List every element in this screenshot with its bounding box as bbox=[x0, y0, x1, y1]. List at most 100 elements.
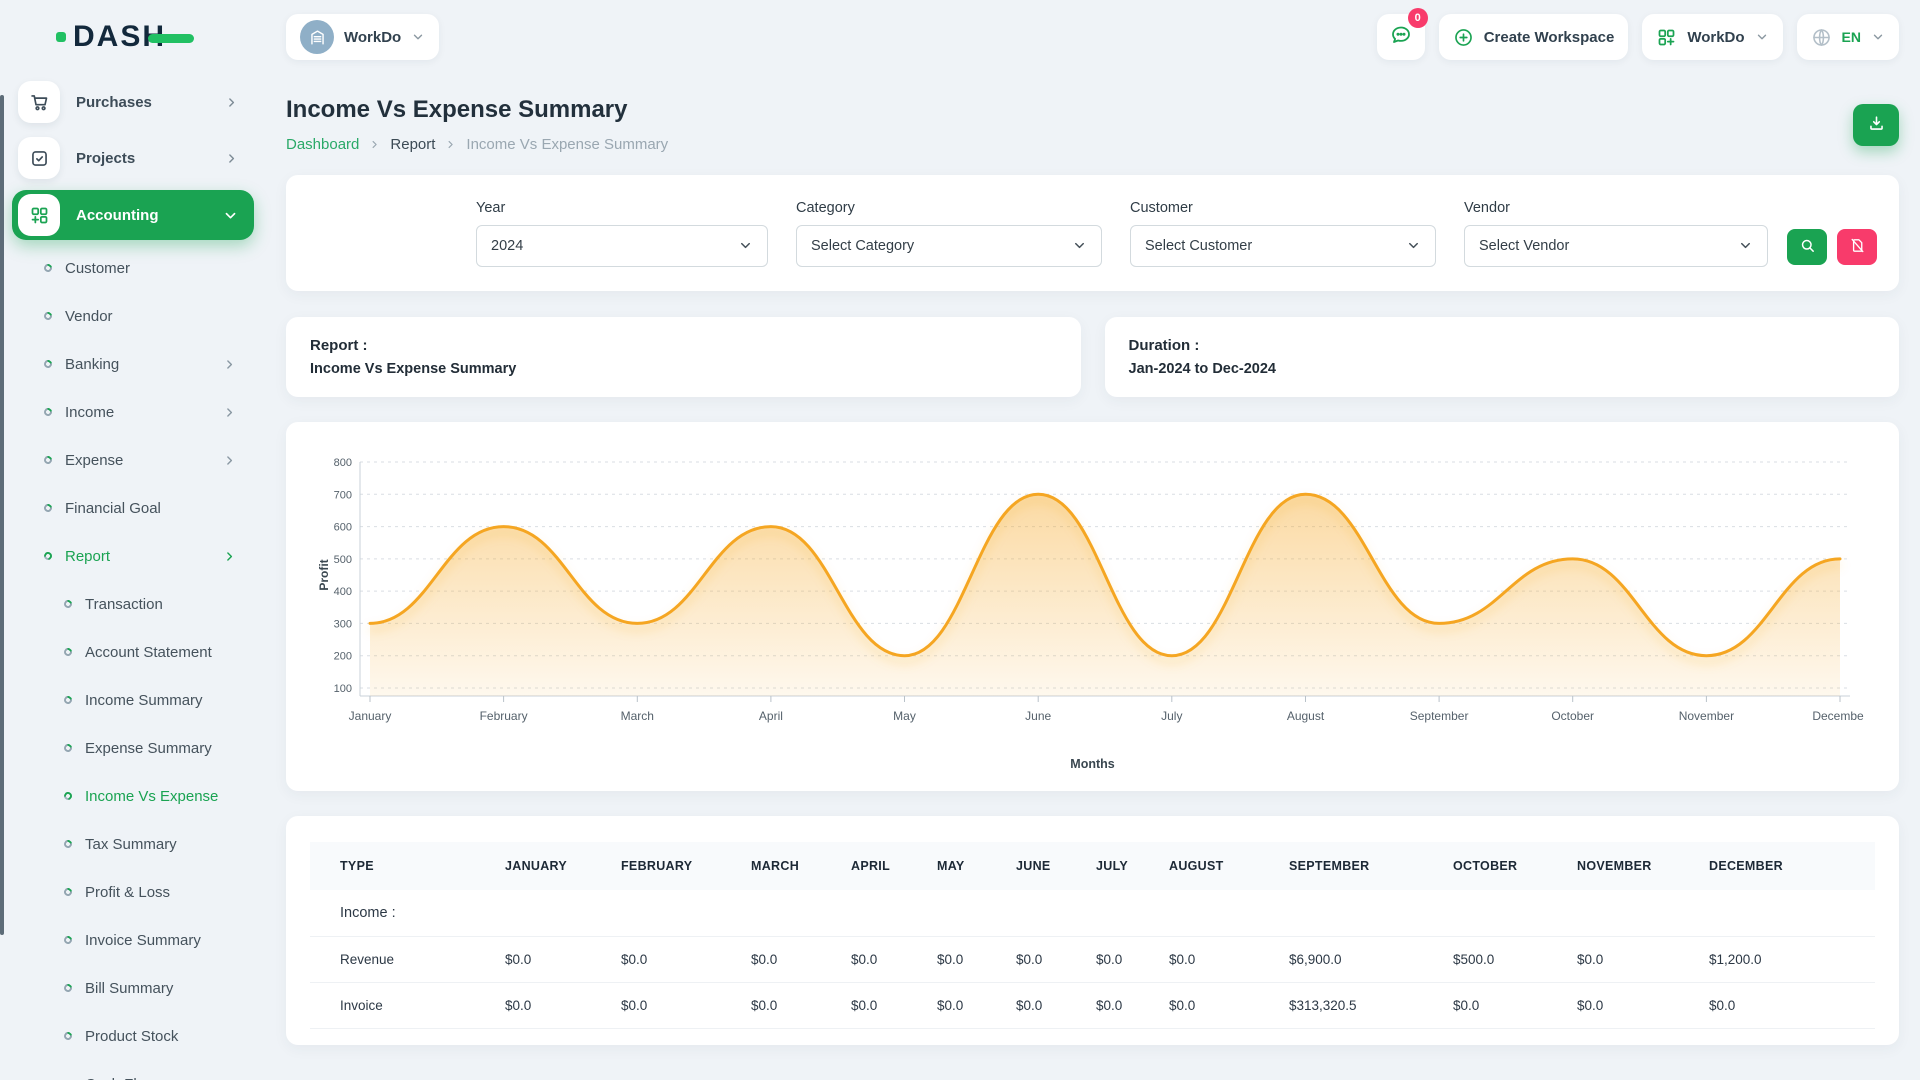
customer-select[interactable]: Select Customer bbox=[1130, 225, 1436, 267]
sidebar-item-label: Banking bbox=[65, 356, 119, 373]
sidebar-item-banking[interactable]: Banking bbox=[12, 340, 254, 388]
sidebar-scrollbar-thumb[interactable] bbox=[0, 95, 4, 935]
bullet-icon bbox=[62, 742, 73, 753]
bullet-icon bbox=[42, 358, 53, 369]
svg-text:October: October bbox=[1551, 709, 1594, 723]
svg-text:600: 600 bbox=[334, 522, 352, 534]
apply-filter-button[interactable] bbox=[1787, 229, 1827, 265]
bullet-icon bbox=[62, 838, 73, 849]
chevron-right-icon bbox=[225, 96, 238, 109]
sidebar-item-profit-loss[interactable]: Profit & Loss bbox=[12, 868, 254, 916]
sidebar-item-transaction[interactable]: Transaction bbox=[12, 580, 254, 628]
chevron-down-icon bbox=[1738, 238, 1753, 253]
svg-text:June: June bbox=[1025, 709, 1051, 723]
column-header-january: JANUARY bbox=[505, 842, 621, 890]
workspace-avatar-icon bbox=[300, 20, 334, 54]
bullet-icon bbox=[62, 1030, 73, 1041]
sidebar-item-customer[interactable]: Customer bbox=[12, 244, 254, 292]
sidebar-item-tax-summary[interactable]: Tax Summary bbox=[12, 820, 254, 868]
sidebar-item-income-vs-expense[interactable]: Income Vs Expense bbox=[12, 772, 254, 820]
breadcrumb-item-dashboard[interactable]: Dashboard bbox=[286, 136, 359, 153]
sidebar-item-product-stock[interactable]: Product Stock bbox=[12, 1012, 254, 1060]
svg-text:300: 300 bbox=[334, 618, 352, 630]
cell-value: $0.0 bbox=[851, 937, 937, 983]
section-label: Income : bbox=[310, 890, 1875, 937]
sidebar-item-cash-flow[interactable]: Cash Flow bbox=[12, 1060, 254, 1080]
sidebar-item-financial-goal[interactable]: Financial Goal bbox=[12, 484, 254, 532]
sidebar-item-label: Vendor bbox=[65, 308, 113, 325]
language-button[interactable]: EN bbox=[1797, 14, 1899, 60]
bullet-icon bbox=[62, 694, 73, 705]
chevron-down-icon bbox=[1755, 30, 1769, 44]
profit-chart: 800700600500400300200100JanuaryFebruaryM… bbox=[314, 448, 1871, 753]
customer-select-value: Select Customer bbox=[1145, 238, 1252, 254]
category-select-value: Select Category bbox=[811, 238, 914, 254]
chevron-right-icon bbox=[223, 406, 236, 419]
sidebar-item-purchases[interactable]: Purchases bbox=[12, 74, 254, 130]
messages-button[interactable]: 0 bbox=[1377, 14, 1425, 60]
chevron-down-icon bbox=[411, 30, 425, 44]
sidebar-item-vendor[interactable]: Vendor bbox=[12, 292, 254, 340]
sidebar-item-invoice-summary[interactable]: Invoice Summary bbox=[12, 916, 254, 964]
table-header-row: TYPEJANUARYFEBRUARYMARCHAPRILMAYJUNEJULY… bbox=[310, 842, 1875, 890]
sidebar-item-label: Product Stock bbox=[85, 1028, 178, 1045]
sidebar-item-expense-summary[interactable]: Expense Summary bbox=[12, 724, 254, 772]
category-label: Category bbox=[796, 200, 1102, 216]
sidebar-item-account-statement[interactable]: Account Statement bbox=[12, 628, 254, 676]
workdo-menu-button[interactable]: WorkDo bbox=[1642, 14, 1782, 60]
sidebar-item-label: Income bbox=[65, 404, 114, 421]
sidebar-item-label: Expense bbox=[65, 452, 123, 469]
sidebar: DASH Purchases ProjectsAccounting Customer… bbox=[0, 0, 262, 1080]
page-content: Income Vs Expense Summary DashboardRepor… bbox=[262, 74, 1920, 1045]
workspace-chip[interactable]: WorkDo bbox=[286, 14, 439, 60]
sidebar-item-label: Bill Summary bbox=[85, 980, 173, 997]
column-header-october: OCTOBER bbox=[1453, 842, 1577, 890]
sidebar-item-accounting[interactable]: Accounting bbox=[12, 190, 254, 240]
bullet-icon bbox=[42, 310, 53, 321]
year-select[interactable]: 2024 bbox=[476, 225, 768, 267]
cell-value: $0.0 bbox=[1096, 937, 1169, 983]
topbar-actions: 0 Create Workspace WorkDo bbox=[1377, 14, 1899, 60]
sidebar-item-label: Purchases bbox=[76, 94, 152, 111]
filter-field-customer: CustomerSelect Customer bbox=[1130, 200, 1436, 267]
cell-value: $0.0 bbox=[1577, 983, 1709, 1029]
column-header-may: MAY bbox=[937, 842, 1016, 890]
sidebar-item-income-summary[interactable]: Income Summary bbox=[12, 676, 254, 724]
download-button[interactable] bbox=[1853, 104, 1899, 146]
duration-card: Duration : Jan-2024 to Dec-2024 bbox=[1105, 317, 1900, 397]
svg-text:Profit: Profit bbox=[317, 559, 331, 590]
filter-card: Year2024CategorySelect CategoryCustomerS… bbox=[286, 175, 1899, 291]
bullet-icon bbox=[62, 598, 73, 609]
sidebar-item-income[interactable]: Income bbox=[12, 388, 254, 436]
income-expense-table: TYPEJANUARYFEBRUARYMARCHAPRILMAYJUNEJULY… bbox=[310, 842, 1875, 1045]
svg-text:800: 800 bbox=[334, 457, 352, 469]
bullet-icon bbox=[42, 454, 53, 465]
table-row-invoice: Invoice$0.0$0.0$0.0$0.0$0.0$0.0$0.0$0.0$… bbox=[310, 983, 1875, 1029]
sidebar-item-label: Customer bbox=[65, 260, 130, 277]
svg-text:July: July bbox=[1161, 709, 1182, 723]
sidebar-item-bill-summary[interactable]: Bill Summary bbox=[12, 964, 254, 1012]
sidebar-item-expense[interactable]: Expense bbox=[12, 436, 254, 484]
cell-value: $0.0 bbox=[1453, 983, 1577, 1029]
sidebar-item-report[interactable]: Report bbox=[12, 532, 254, 580]
app-logo[interactable]: DASH bbox=[12, 0, 254, 74]
breadcrumb-item-report[interactable]: Report bbox=[390, 136, 435, 153]
svg-text:January: January bbox=[349, 709, 392, 723]
logo-dot bbox=[56, 32, 66, 42]
create-workspace-button[interactable]: Create Workspace bbox=[1439, 14, 1629, 60]
sidebar-item-projects[interactable]: Projects bbox=[12, 130, 254, 186]
sidebar-item-label: Transaction bbox=[85, 596, 163, 613]
category-select[interactable]: Select Category bbox=[796, 225, 1102, 267]
column-header-december: DECEMBER bbox=[1709, 842, 1875, 890]
reset-filter-button[interactable] bbox=[1837, 229, 1877, 265]
chevron-down-icon bbox=[1871, 30, 1885, 44]
column-header-july: JULY bbox=[1096, 842, 1169, 890]
create-workspace-label: Create Workspace bbox=[1484, 29, 1615, 46]
vendor-select[interactable]: Select Vendor bbox=[1464, 225, 1768, 267]
messages-count-badge: 0 bbox=[1408, 8, 1428, 28]
bullet-icon bbox=[42, 262, 53, 273]
cell-value: $0.0 bbox=[505, 983, 621, 1029]
cell-value: $0.0 bbox=[751, 983, 851, 1029]
chevron-right-icon bbox=[223, 550, 236, 563]
bullet-icon bbox=[42, 550, 53, 561]
